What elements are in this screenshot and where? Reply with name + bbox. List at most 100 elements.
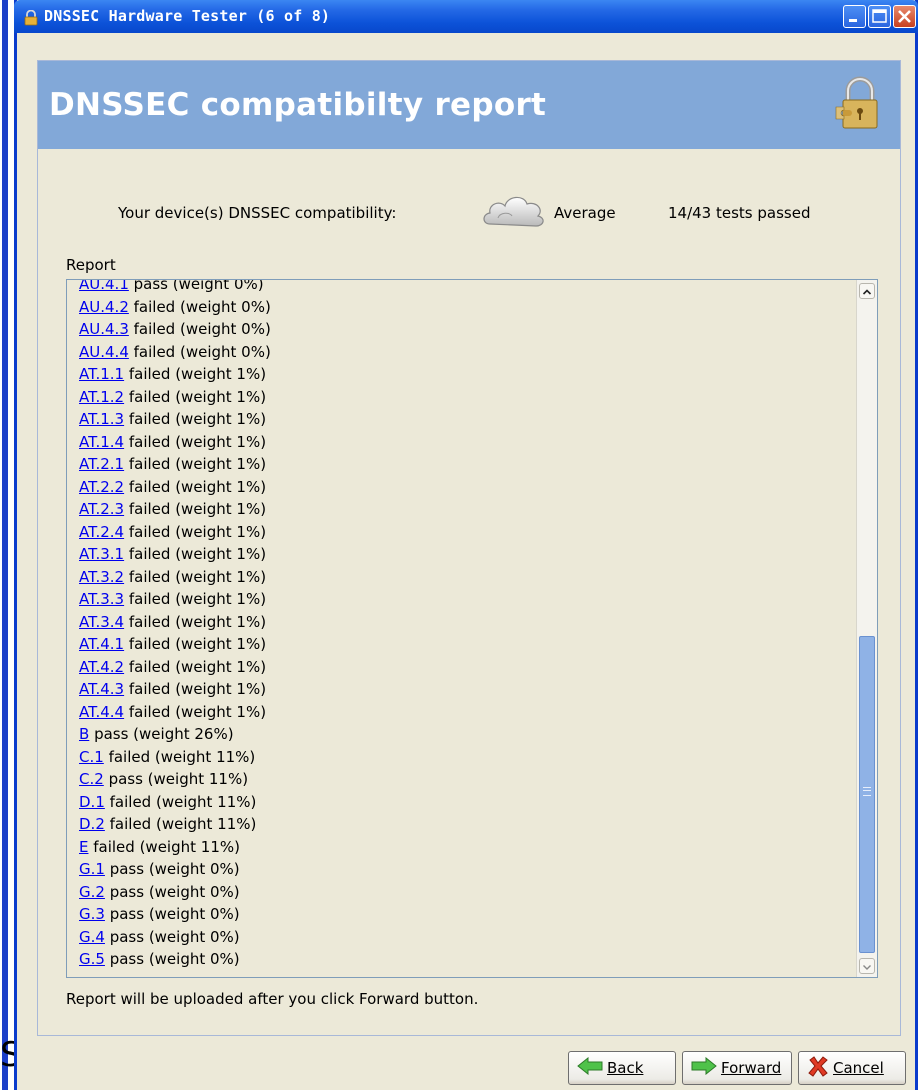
report-row: AT.2.1 failed (weight 1%) bbox=[79, 453, 849, 476]
test-code-link[interactable]: AT.1.1 bbox=[79, 365, 124, 383]
report-row: AU.4.3 failed (weight 0%) bbox=[79, 318, 849, 341]
report-row: AT.4.3 failed (weight 1%) bbox=[79, 678, 849, 701]
report-row: AT.3.3 failed (weight 1%) bbox=[79, 588, 849, 611]
test-result-text: failed (weight 11%) bbox=[104, 792, 257, 811]
green-left-arrow-icon bbox=[577, 1056, 603, 1079]
test-result-text: failed (weight 11%) bbox=[104, 815, 257, 833]
test-result-text: failed (weight 11%) bbox=[103, 747, 256, 766]
report-row: AT.1.3 failed (weight 1%) bbox=[79, 408, 849, 431]
forward-button-label: Forward bbox=[721, 1059, 782, 1077]
tests-passed-count: 14/43 tests passed bbox=[668, 204, 811, 222]
test-code-link[interactable]: AT.3.3 bbox=[79, 590, 124, 608]
report-row: AU.4.2 failed (weight 0%) bbox=[79, 296, 849, 319]
test-result-text: pass (weight 0%) bbox=[104, 882, 240, 901]
background-strip: S bbox=[0, 0, 22, 1090]
wizard-window: DNSSEC Hardware Tester (6 of 8) DNSSEC c… bbox=[14, 0, 918, 1090]
cancel-button[interactable]: Cancel bbox=[798, 1051, 906, 1085]
back-button-label: Back bbox=[607, 1059, 644, 1077]
test-code-link[interactable]: G.4 bbox=[79, 928, 105, 946]
test-code-link[interactable]: C.2 bbox=[79, 770, 104, 788]
report-row: B pass (weight 26%) bbox=[79, 723, 849, 746]
test-code-link[interactable]: AT.2.3 bbox=[79, 500, 124, 518]
test-code-link[interactable]: AT.4.1 bbox=[79, 635, 124, 653]
report-row: C.1 failed (weight 11%) bbox=[79, 746, 849, 769]
test-result-text: failed (weight 1%) bbox=[124, 387, 267, 406]
report-row: AT.4.2 failed (weight 1%) bbox=[79, 656, 849, 679]
report-row: G.4 pass (weight 0%) bbox=[79, 926, 849, 949]
report-row: AT.2.2 failed (weight 1%) bbox=[79, 476, 849, 499]
report-row: AT.4.4 failed (weight 1%) bbox=[79, 701, 849, 724]
report-row: G.5 pass (weight 0%) bbox=[79, 948, 849, 971]
report-row: AT.2.4 failed (weight 1%) bbox=[79, 521, 849, 544]
report-row: G.1 pass (weight 0%) bbox=[79, 858, 849, 881]
test-code-link[interactable]: AU.4.3 bbox=[79, 320, 129, 338]
test-result-text: pass (weight 26%) bbox=[89, 725, 234, 743]
report-row: E failed (weight 11%) bbox=[79, 836, 849, 859]
test-result-text: pass (weight 0%) bbox=[104, 905, 240, 923]
test-code-link[interactable]: G.3 bbox=[79, 905, 105, 923]
test-code-link[interactable]: G.5 bbox=[79, 950, 105, 968]
report-row: AT.3.4 failed (weight 1%) bbox=[79, 611, 849, 634]
report-row: AT.1.4 failed (weight 1%) bbox=[79, 431, 849, 454]
test-code-link[interactable]: AT.3.4 bbox=[79, 613, 124, 631]
test-code-link[interactable]: AU.4.4 bbox=[79, 343, 129, 361]
test-code-link[interactable]: G.2 bbox=[79, 883, 105, 901]
forward-button[interactable]: Forward bbox=[682, 1051, 792, 1085]
maximize-icon bbox=[872, 9, 887, 23]
scroll-down-button[interactable] bbox=[859, 958, 875, 974]
report-row: AT.3.1 failed (weight 1%) bbox=[79, 543, 849, 566]
wizard-page: DNSSEC compatibilty report Your device(s… bbox=[37, 60, 901, 1036]
test-result-text: failed (weight 1%) bbox=[124, 545, 267, 563]
page-title: DNSSEC compatibilty report bbox=[49, 87, 547, 123]
scroll-thumb[interactable] bbox=[859, 636, 875, 953]
test-result-text: failed (weight 0%) bbox=[128, 297, 271, 316]
test-result-text: failed (weight 1%) bbox=[124, 635, 267, 653]
test-code-link[interactable]: AU.4.2 bbox=[79, 298, 129, 316]
padlock-puzzle-icon bbox=[834, 75, 886, 135]
test-code-link[interactable]: AU.4.1 bbox=[79, 280, 129, 293]
chevron-down-icon bbox=[863, 965, 871, 970]
report-row: D.2 failed (weight 11%) bbox=[79, 813, 849, 836]
test-result-text: pass (weight 11%) bbox=[103, 770, 249, 788]
back-button[interactable]: Back bbox=[568, 1051, 676, 1085]
test-result-text: failed (weight 1%) bbox=[124, 500, 267, 518]
report-scrollbar[interactable] bbox=[856, 280, 877, 977]
test-code-link[interactable]: G.1 bbox=[79, 860, 105, 878]
test-code-link[interactable]: AT.3.2 bbox=[79, 568, 124, 586]
test-code-link[interactable]: AT.1.4 bbox=[79, 433, 124, 451]
window-title: DNSSEC Hardware Tester (6 of 8) bbox=[44, 7, 331, 25]
report-row: D.1 failed (weight 11%) bbox=[79, 791, 849, 814]
test-result-text: failed (weight 1%) bbox=[124, 567, 267, 586]
green-right-arrow-icon bbox=[691, 1056, 717, 1079]
test-code-link[interactable]: D.1 bbox=[79, 793, 105, 811]
test-result-text: failed (weight 1%) bbox=[124, 702, 267, 721]
test-code-link[interactable]: AT.2.2 bbox=[79, 478, 124, 496]
compatibility-rating: Average bbox=[554, 204, 616, 222]
test-code-link[interactable]: AT.4.3 bbox=[79, 680, 124, 698]
test-code-link[interactable]: AT.2.4 bbox=[79, 523, 124, 541]
test-code-link[interactable]: AT.1.2 bbox=[79, 388, 124, 406]
test-code-link[interactable]: AT.4.4 bbox=[79, 703, 124, 721]
padlock-icon bbox=[24, 9, 38, 30]
test-code-link[interactable]: AT.4.2 bbox=[79, 658, 124, 676]
test-result-text: pass (weight 0%) bbox=[104, 927, 240, 946]
test-result-text: failed (weight 0%) bbox=[128, 320, 271, 338]
test-code-link[interactable]: D.2 bbox=[79, 815, 105, 833]
maximize-button[interactable] bbox=[868, 5, 891, 28]
minimize-button[interactable] bbox=[843, 5, 866, 28]
close-icon bbox=[898, 10, 911, 23]
report-row: AT.3.2 failed (weight 1%) bbox=[79, 566, 849, 589]
test-code-link[interactable]: AT.3.1 bbox=[79, 545, 124, 563]
title-bar[interactable]: DNSSEC Hardware Tester (6 of 8) bbox=[14, 0, 918, 33]
minimize-icon bbox=[849, 19, 857, 22]
close-button[interactable] bbox=[893, 5, 916, 28]
test-code-link[interactable]: AT.2.1 bbox=[79, 455, 124, 473]
test-code-link[interactable]: AT.1.3 bbox=[79, 410, 124, 428]
test-result-text: failed (weight 1%) bbox=[124, 432, 267, 451]
chevron-up-icon bbox=[862, 289, 872, 295]
scroll-up-button[interactable] bbox=[859, 283, 875, 299]
test-code-link[interactable]: C.1 bbox=[79, 748, 104, 766]
test-result-text: pass (weight 0%) bbox=[104, 860, 240, 878]
report-list-box[interactable]: AU.4.1 pass (weight 0%) AU.4.2 failed (we… bbox=[66, 279, 878, 978]
test-code-link[interactable]: B bbox=[79, 725, 89, 743]
